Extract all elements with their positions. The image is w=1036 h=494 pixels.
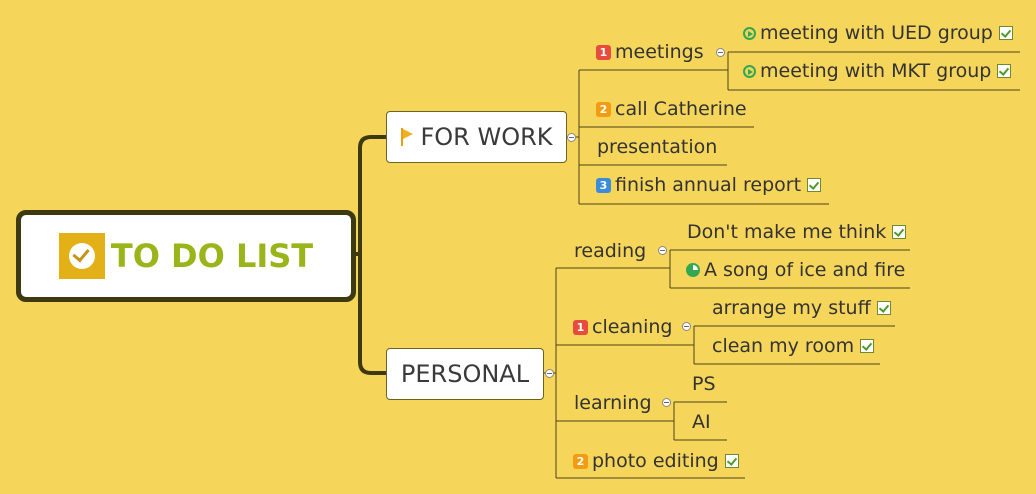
root-to-personal-connector [358, 254, 386, 375]
branch-for-work[interactable]: FOR WORK [386, 111, 567, 163]
collapse-toggle-learning[interactable] [662, 398, 671, 407]
task-icon [807, 178, 822, 192]
topic-call-catherine[interactable]: 2 call Catherine [596, 97, 747, 121]
collapse-toggle-cleaning[interactable] [682, 322, 691, 331]
priority-2-icon: 2 [596, 101, 611, 117]
branch-personal[interactable]: PERSONAL [386, 348, 544, 400]
priority-1-icon: 1 [596, 44, 611, 60]
topic-ps[interactable]: PS [692, 372, 716, 396]
collapse-toggle-personal[interactable] [545, 369, 554, 378]
topic-arrange-stuff[interactable]: arrange my stuff [712, 296, 891, 320]
topic-ai[interactable]: AI [692, 410, 711, 434]
personal-connectors [543, 249, 910, 479]
topic-presentation[interactable]: presentation [597, 135, 717, 159]
topic-learning[interactable]: learning [574, 391, 652, 415]
topic-call-catherine-label: call Catherine [615, 98, 747, 120]
topic-learning-label: learning [574, 392, 652, 414]
priority-2-icon: 2 [573, 453, 588, 469]
topic-meeting-mkt-label: meeting with MKT group [760, 60, 992, 82]
topic-cleaning[interactable]: 1 cleaning [573, 315, 672, 339]
topic-photo-editing[interactable]: 2 photo editing [573, 449, 739, 473]
topic-ps-label: PS [692, 373, 716, 395]
task-icon [860, 339, 875, 353]
topic-clean-room-label: clean my room [712, 335, 855, 357]
priority-1-icon: 1 [573, 319, 588, 335]
branch-personal-label: PERSONAL [400, 360, 530, 388]
task-icon [892, 225, 907, 239]
branch-for-work-label: FOR WORK [420, 123, 553, 151]
play-icon [743, 64, 756, 78]
topic-presentation-label: presentation [597, 136, 718, 158]
topic-clean-room[interactable]: clean my room [712, 334, 875, 358]
topic-cleaning-label: cleaning [592, 316, 673, 338]
topic-ai-label: AI [692, 411, 711, 433]
topic-meetings-label: meetings [615, 41, 704, 63]
collapse-toggle-reading[interactable] [658, 246, 667, 255]
play-icon [743, 26, 756, 40]
flag-icon [400, 128, 414, 146]
topic-reading[interactable]: reading [574, 239, 646, 263]
task-icon [876, 301, 891, 315]
topic-arrange-stuff-label: arrange my stuff [712, 297, 871, 319]
task-icon [998, 26, 1013, 40]
topic-meeting-mkt[interactable]: meeting with MKT group [743, 59, 1012, 83]
task-icon [724, 454, 739, 468]
collapse-toggle-meetings[interactable] [716, 48, 725, 57]
topic-song-of-ice[interactable]: A song of ice and fire [686, 258, 905, 282]
topic-dont-make-me-think[interactable]: Don't make me think [687, 220, 907, 244]
check-logo-icon [58, 233, 105, 279]
pie-progress-icon [686, 263, 700, 277]
topic-dont-make-me-think-label: Don't make me think [687, 221, 887, 243]
root-to-work-connector [352, 135, 386, 256]
root-title: TO DO LIST [110, 237, 314, 275]
topic-meeting-ued-label: meeting with UED group [760, 22, 993, 44]
topic-meeting-ued[interactable]: meeting with UED group [743, 21, 1013, 45]
topic-meetings[interactable]: 1 meetings [596, 40, 704, 64]
task-icon [997, 64, 1012, 78]
topic-finish-report-label: finish annual report [615, 174, 802, 196]
topic-song-of-ice-label: A song of ice and fire [704, 259, 906, 281]
root-node[interactable]: TO DO LIST [16, 210, 356, 302]
collapse-toggle-work[interactable] [567, 133, 576, 142]
topic-finish-report[interactable]: 3 finish annual report [596, 173, 822, 197]
topic-reading-label: reading [574, 240, 647, 262]
priority-3-icon: 3 [596, 177, 611, 193]
topic-photo-editing-label: photo editing [592, 450, 719, 472]
